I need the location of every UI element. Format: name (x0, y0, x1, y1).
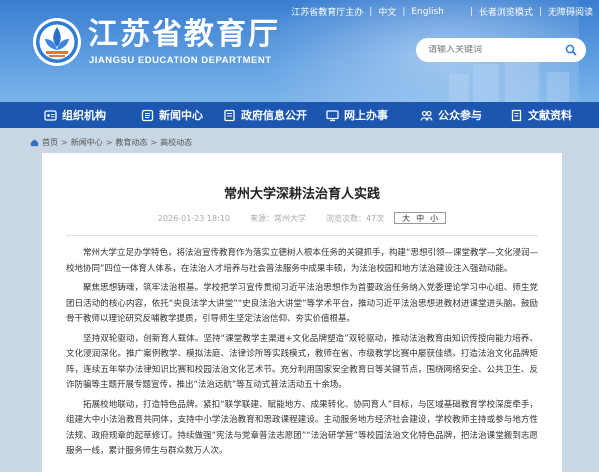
breadcrumb-home[interactable]: 首页 (42, 137, 58, 148)
nav-item-public[interactable]: 公众参与 (420, 102, 482, 128)
font-size-large[interactable]: 大 (402, 213, 410, 224)
home-icon (30, 138, 39, 146)
article-source: 来源：常州大学 (249, 213, 306, 223)
article-paragraph: 拓展校地联动，打造特色品牌。紧扣“联学联建、赋能地方、成果转化、协同育人”目标，… (66, 399, 538, 457)
article-paragraph: 坚持双轮驱动，创新育人载体。坚持“课堂教学主渠道+文化品牌塑造”双轮驱动，推动法… (66, 333, 538, 391)
nav-item-gov-info[interactable]: 政府信息公开 (223, 102, 307, 128)
public-icon (420, 110, 433, 121)
article-views: 浏览次数：47次 (325, 213, 385, 223)
article-paragraph: 常州大学立足办学特色，将法治宣传教育作为落实立德树人根本任务的关键抓手，构建“思… (66, 248, 538, 274)
main-nav: 组织机构 新闻中心 政府信息公开 网上办事 公众参与 文献资料 (0, 102, 599, 128)
font-size-selector: 大 中 小 (394, 212, 447, 224)
gov-info-icon (224, 109, 235, 121)
sponsor-link[interactable]: 江苏省教育厅主办 (291, 5, 363, 18)
nav-label: 政府信息公开 (241, 109, 307, 122)
news-icon (141, 109, 154, 121)
nav-item-docs[interactable]: 文献资料 (510, 102, 572, 128)
site-subtitle: JIANGSU EDUCATION DEPARTMENT (89, 55, 272, 66)
nav-item-news[interactable]: 新闻中心 (141, 102, 203, 128)
search-icon[interactable] (565, 44, 577, 56)
meta-divider (66, 235, 538, 236)
emblem-logo-icon[interactable] (32, 17, 82, 67)
article-paragraph: 聚焦思想铸魂，筑牢法治根基。学校把学习宣传贯彻习近平法治思想作为首要政治任务纳入… (66, 283, 538, 324)
skyline-decoration (449, 74, 469, 102)
site-title[interactable]: 江苏省教育厅 (88, 18, 280, 52)
search-input[interactable] (428, 45, 558, 55)
breadcrumb-news-center[interactable]: 新闻中心 (71, 137, 103, 148)
skyline-decoration (547, 72, 569, 102)
top-links-bar: 江苏省教育厅主办 | 中文 | English | 长者浏览模式 | 无障碍阅读 (291, 5, 593, 19)
skyline-decoration (473, 64, 499, 102)
elder-mode-link[interactable]: 长者浏览模式 (479, 5, 533, 18)
article-date: 2026-01-23 18:10 (157, 213, 230, 223)
nav-label: 文献资料 (528, 109, 572, 122)
font-size-medium[interactable]: 中 (416, 213, 424, 224)
nav-item-online-service[interactable]: 网上办事 (326, 102, 388, 128)
font-size-small[interactable]: 小 (430, 213, 438, 224)
nav-label: 公众参与 (438, 109, 482, 122)
org-icon (44, 109, 57, 121)
lang-english-link[interactable]: English (411, 7, 444, 17)
search-box[interactable] (416, 38, 586, 62)
article-panel: 常州大学深耕法治育人实践 2026-01-23 18:10 来源：常州大学 浏览… (42, 153, 562, 472)
nav-label: 组织机构 (62, 109, 106, 122)
online-service-icon (326, 109, 339, 121)
site-header: 江苏省教育厅主办 | 中文 | English | 长者浏览模式 | 无障碍阅读… (0, 0, 599, 102)
breadcrumb-university-news[interactable]: 高校动态 (160, 137, 192, 148)
nav-label: 新闻中心 (159, 109, 203, 122)
article-meta: 2026-01-23 18:10 来源：常州大学 浏览次数：47次 大 中 小 (42, 211, 562, 225)
article-body: 常州大学立足办学特色，将法治宣传教育作为落实立德树人根本任务的关键抓手，构建“思… (66, 246, 538, 464)
accessible-reading-link[interactable]: 无障碍阅读 (548, 5, 593, 18)
breadcrumb-edu-news[interactable]: 教育动态 (115, 137, 147, 148)
nav-label: 网上办事 (344, 109, 388, 122)
nav-item-org[interactable]: 组织机构 (44, 102, 106, 128)
lang-chinese-link[interactable]: 中文 (378, 5, 396, 18)
docs-icon (511, 109, 522, 121)
article-title: 常州大学深耕法治育人实践 (223, 187, 380, 202)
breadcrumb: 首页 > 新闻中心 > 教育动态 > 高校动态 (0, 134, 599, 150)
